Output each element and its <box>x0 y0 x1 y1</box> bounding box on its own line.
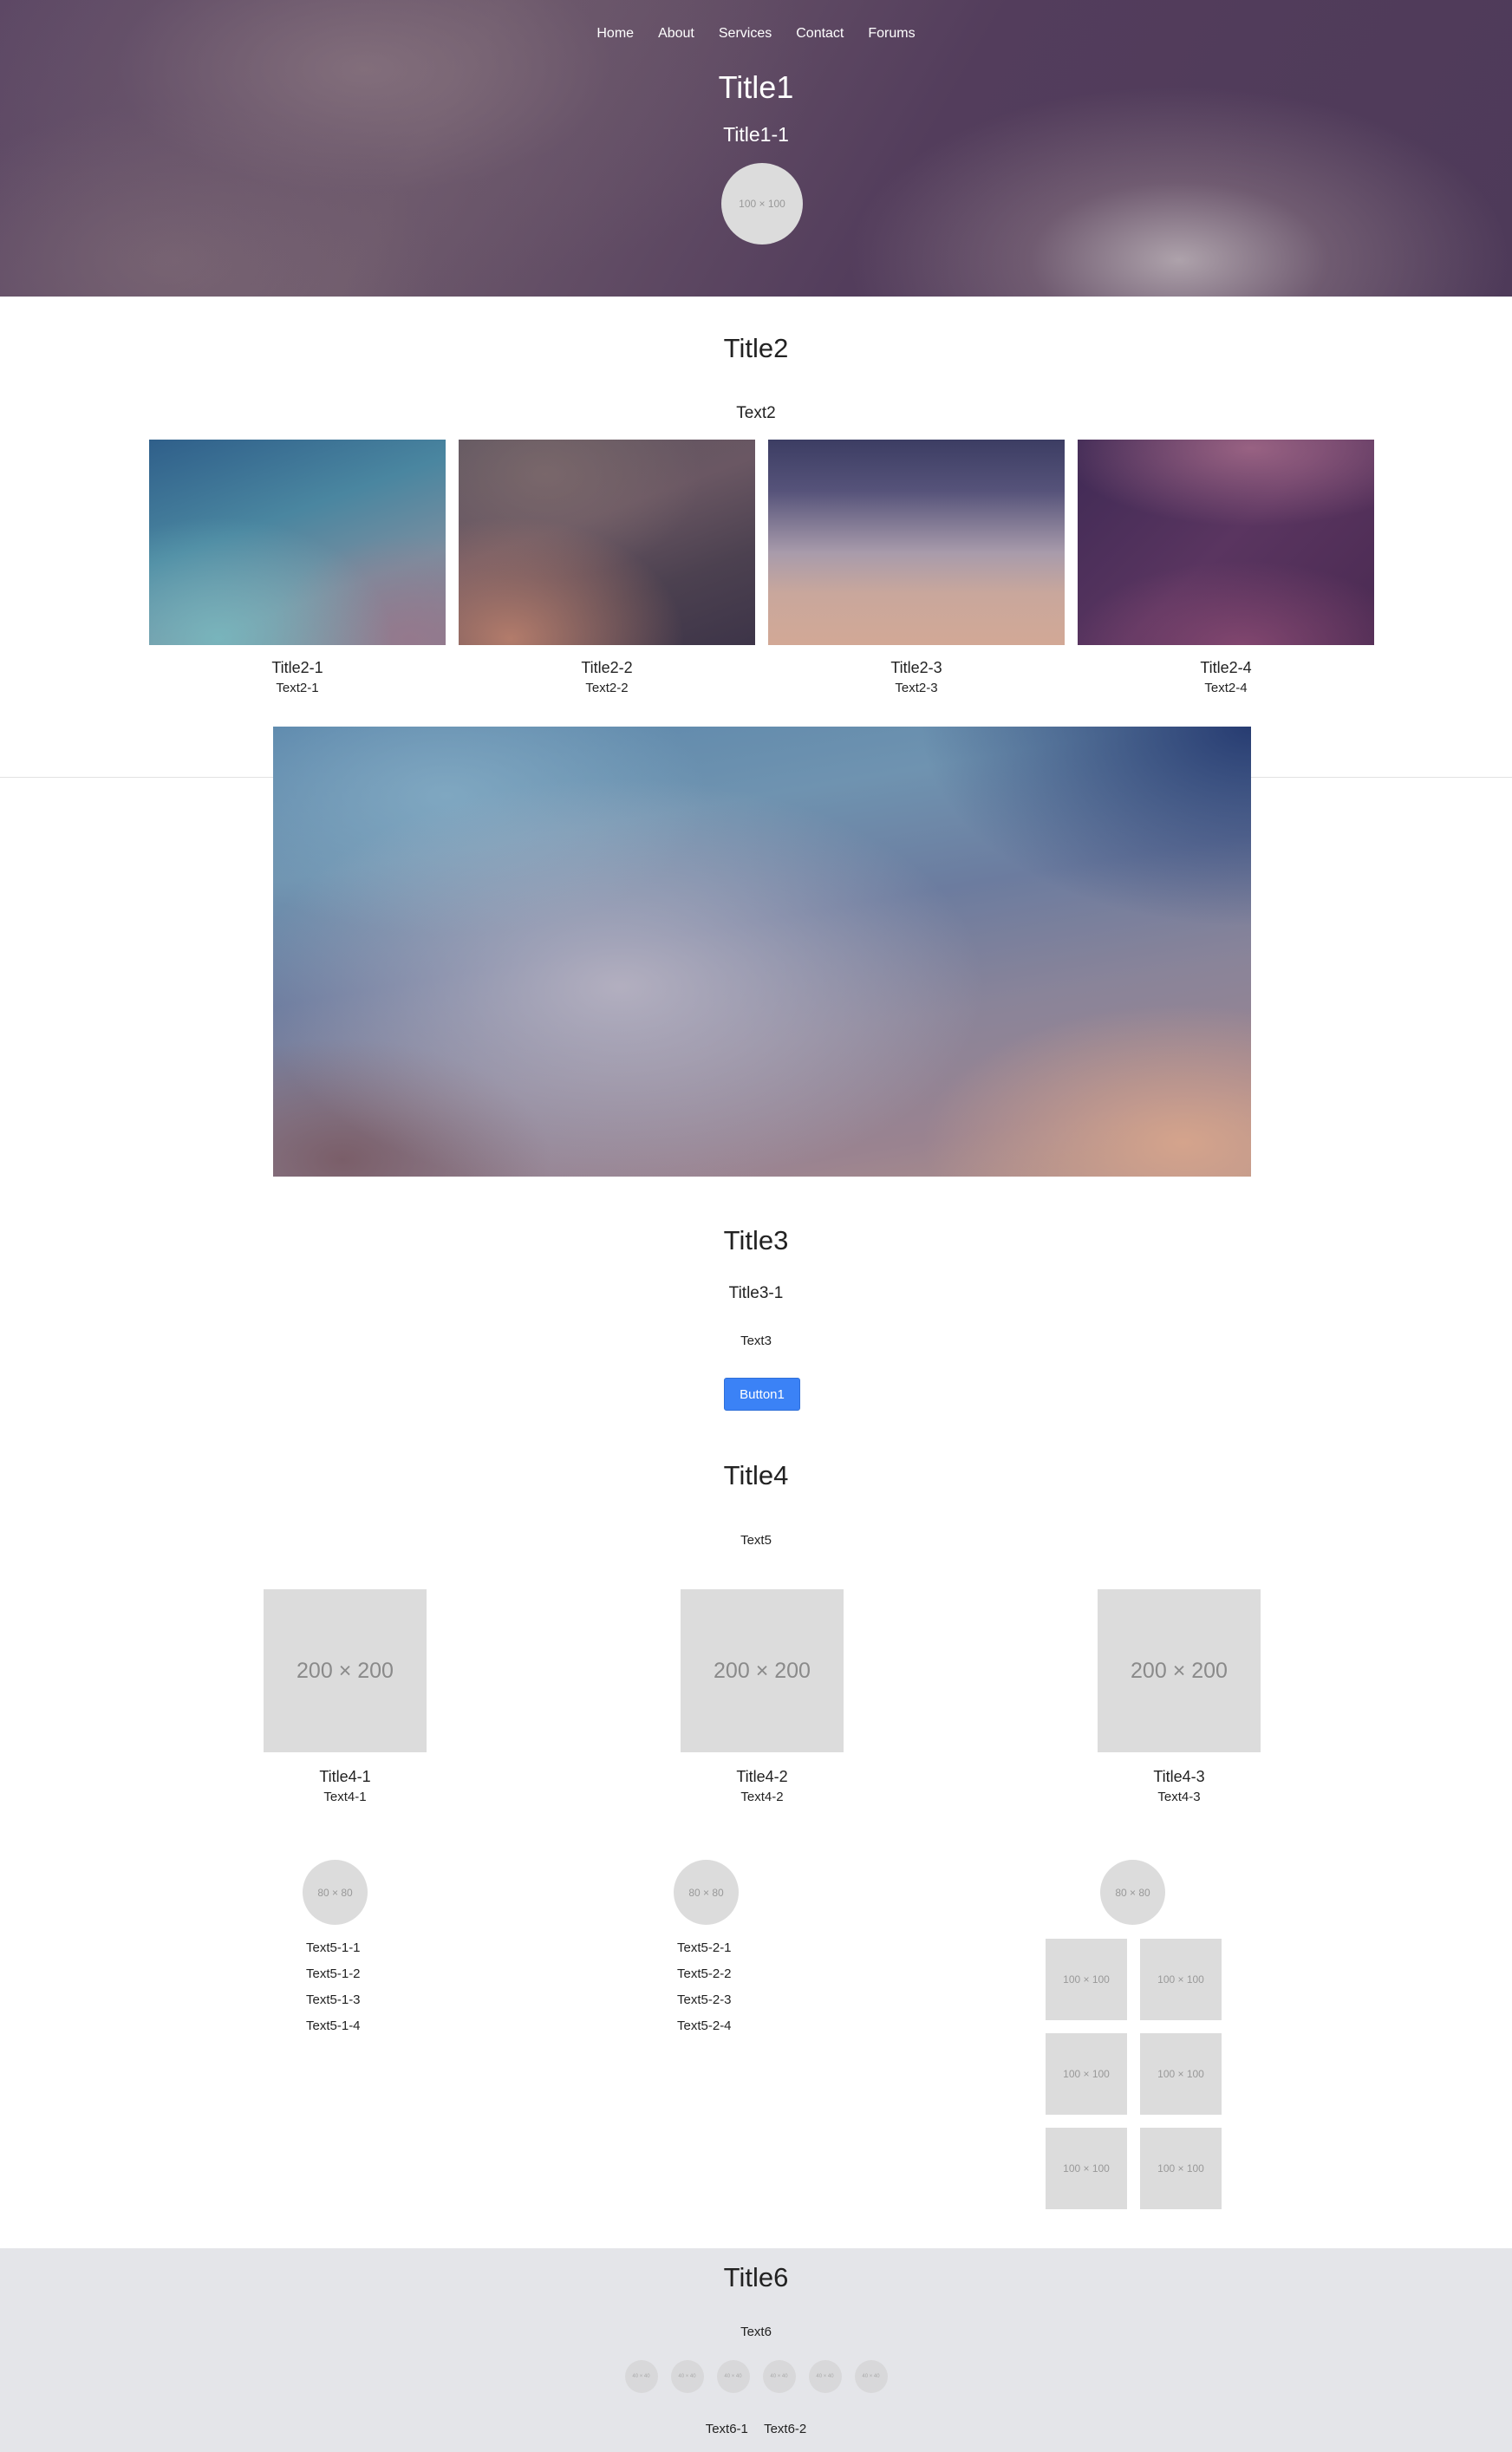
nav-home-link[interactable]: Home <box>584 26 646 42</box>
list-item[interactable]: Text5-2-1 <box>677 1940 732 1966</box>
feature-text: Text4-3 <box>1157 1790 1201 1804</box>
feature-image: 200 × 200 <box>1098 1589 1261 1752</box>
gallery-card[interactable]: Title2-2 Text2-2 <box>459 440 755 695</box>
hero-avatar: 100 × 100 <box>721 163 803 245</box>
column-link-list: Text5-2-1 Text5-2-2 Text5-2-3 Text5-2-4 <box>677 1940 732 2044</box>
list-item[interactable]: Text5-1-3 <box>306 1992 361 2018</box>
nav-contact-link[interactable]: Contact <box>784 26 856 42</box>
feature-image: 200 × 200 <box>264 1589 427 1752</box>
section4-text: Text5 <box>740 1533 772 1548</box>
main-nav: Home About Services Contact Forums <box>0 26 1512 42</box>
nav-about-link[interactable]: About <box>646 26 707 42</box>
nav-forums-link[interactable]: Forums <box>856 26 927 42</box>
gallery-card-text: Text2-3 <box>895 681 938 695</box>
section2-text: Text2 <box>736 404 776 422</box>
section3-title: Title3 <box>723 1225 789 1255</box>
section3-subtitle: Title3-1 <box>728 1284 784 1302</box>
feature-title: Title4-2 <box>736 1768 788 1785</box>
feature-item: 200 × 200 Title4-2 Text4-2 <box>681 1589 844 1804</box>
gallery-card-title: Title2-2 <box>581 659 633 676</box>
feature-title: Title4-1 <box>319 1768 371 1785</box>
list-item[interactable]: Text5-1-4 <box>306 2018 361 2044</box>
gallery-image[interactable] <box>1078 440 1374 645</box>
feature-text: Text4-1 <box>323 1790 367 1804</box>
gallery-card[interactable]: Title2-1 Text2-1 <box>149 440 446 695</box>
gallery-card-text: Text2-4 <box>1204 681 1248 695</box>
column-avatar: 80 × 80 <box>1100 1860 1165 1925</box>
feature-item: 200 × 200 Title4-1 Text4-1 <box>264 1589 427 1804</box>
thumbnail[interactable]: 100 × 100 <box>1140 1939 1222 2020</box>
feature-text: Text4-2 <box>740 1790 784 1804</box>
column-avatar: 80 × 80 <box>674 1860 739 1925</box>
thumbnail[interactable]: 100 × 100 <box>1046 2033 1127 2115</box>
gallery-card-title: Title2-1 <box>271 659 323 676</box>
gallery-card-text: Text2-1 <box>276 681 319 695</box>
footer-link[interactable]: Text6-2 <box>764 2422 806 2436</box>
column-link-list: Text5-1-1 Text5-1-2 Text5-1-3 Text5-1-4 <box>306 1940 361 2044</box>
social-icon[interactable]: 40 × 40 <box>624 2360 658 2393</box>
gallery-image[interactable] <box>459 440 755 645</box>
gallery-image[interactable] <box>768 440 1065 645</box>
gallery-image[interactable] <box>149 440 446 645</box>
thumbnail[interactable]: 100 × 100 <box>1046 1939 1127 2020</box>
gallery-card[interactable]: Title2-3 Text2-3 <box>768 440 1065 695</box>
section2-title: Title2 <box>723 333 789 363</box>
hero-banner: Home About Services Contact Forums Title… <box>0 0 1512 297</box>
thumbnail[interactable]: 100 × 100 <box>1140 2128 1222 2209</box>
section4-title: Title4 <box>723 1460 789 1490</box>
social-icon[interactable]: 40 × 40 <box>762 2360 796 2393</box>
footer-link[interactable]: Text6-1 <box>706 2422 748 2436</box>
hero-subtitle: Title1-1 <box>723 123 789 146</box>
thumbnail[interactable]: 100 × 100 <box>1140 2033 1222 2115</box>
gallery-card-title: Title2-3 <box>890 659 942 676</box>
section3-text: Text3 <box>740 1334 772 1348</box>
social-icon[interactable]: 40 × 40 <box>670 2360 704 2393</box>
feature-banner-image <box>273 727 1251 1177</box>
list-item[interactable]: Text5-2-2 <box>677 1966 732 1992</box>
list-item[interactable]: Text5-2-4 <box>677 2018 732 2044</box>
footer: Title6 Text6 40 × 40 40 × 40 40 × 40 40 … <box>0 2248 1512 2452</box>
gallery-card-title: Title2-4 <box>1200 659 1252 676</box>
primary-button[interactable]: Button1 <box>724 1378 800 1411</box>
footer-text: Text6 <box>740 2325 772 2339</box>
footer-title: Title6 <box>723 2262 789 2292</box>
hero-title: Title1 <box>718 69 794 105</box>
footer-links: Text6-1 Text6-2 <box>0 2422 1512 2436</box>
feature-image: 200 × 200 <box>681 1589 844 1752</box>
gallery-card[interactable]: Title2-4 Text2-4 <box>1078 440 1374 695</box>
column-avatar: 80 × 80 <box>303 1860 368 1925</box>
social-icon[interactable]: 40 × 40 <box>854 2360 888 2393</box>
thumbnail[interactable]: 100 × 100 <box>1046 2128 1127 2209</box>
list-item[interactable]: Text5-1-1 <box>306 1940 361 1966</box>
feature-item: 200 × 200 Title4-3 Text4-3 <box>1098 1589 1261 1804</box>
list-item[interactable]: Text5-1-2 <box>306 1966 361 1992</box>
feature-title: Title4-3 <box>1153 1768 1205 1785</box>
social-icon[interactable]: 40 × 40 <box>716 2360 750 2393</box>
social-icons: 40 × 40 40 × 40 40 × 40 40 × 40 40 × 40 … <box>0 2360 1512 2393</box>
list-item[interactable]: Text5-2-3 <box>677 1992 732 2018</box>
gallery-card-text: Text2-2 <box>585 681 629 695</box>
nav-services-link[interactable]: Services <box>707 26 784 42</box>
social-icon[interactable]: 40 × 40 <box>808 2360 842 2393</box>
